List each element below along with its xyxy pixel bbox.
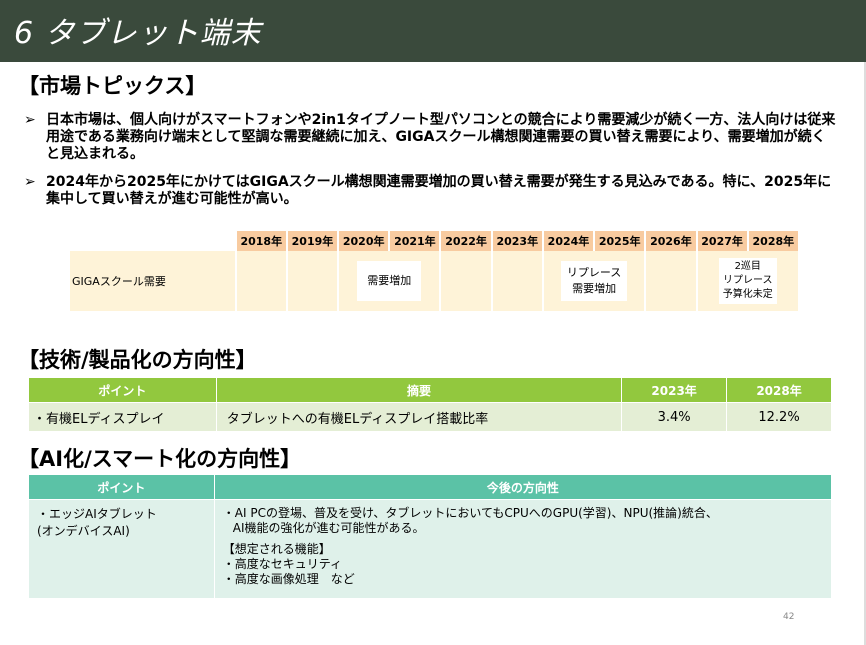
- year-header: 2024年: [542, 231, 596, 251]
- point-cell: ・有機ELディスプレイ: [28, 402, 217, 432]
- timeline-cell: [491, 251, 544, 311]
- year-header: 2023年: [491, 231, 544, 251]
- year-header: 2019年: [286, 231, 340, 251]
- feature-item: ・高度なセキュリティ: [222, 557, 343, 571]
- market-bullets: ➢ 日本市場は、個人向けがスマートフォンや2in1タイプノート型パソコンとの競合…: [24, 112, 839, 219]
- tech-header-row: ポイント 摘要 2023年 2028年: [28, 377, 832, 403]
- col-header: 2023年: [621, 377, 728, 403]
- page-number: 42: [783, 612, 795, 622]
- direction-cell: ・AI PCの登場、普及を受け、タブレットにおいてもCPUへのGPU(学習)、N…: [213, 499, 833, 599]
- timeline-year-row: 2018年 2019年 2020年 2021年 2022年 2023年 2024…: [70, 231, 801, 251]
- year-header: 2018年: [235, 231, 288, 251]
- point-text: (オンデバイスAI): [37, 524, 130, 538]
- direction-text: ・AI PCの登場、普及を受け、タブレットにおいてもCPUへのGPU(学習)、N…: [222, 506, 718, 520]
- timeline-cell: 2巡目 リプレース 予算化未定: [696, 251, 800, 311]
- year-header: 2020年: [338, 231, 391, 251]
- timeline-demand-row: GIGAスクール需要 需要増加 リプレース 需要増加 2巡目 リプレース 予算化…: [70, 251, 800, 311]
- bullet-item: ➢ 日本市場は、個人向けがスマートフォンや2in1タイプノート型パソコンとの競合…: [24, 112, 839, 163]
- table-row: ・有機ELディスプレイ タブレットへの有機ELディスプレイ搭載比率 3.4% 1…: [28, 402, 832, 432]
- bullet-item: ➢ 2024年から2025年にかけてはGIGAスクール構想関連需要増加の買い替え…: [24, 174, 839, 208]
- demand-increase-box: 需要増加: [357, 261, 422, 301]
- box-text: リプレース: [566, 266, 622, 279]
- point-text: ・エッジAIタブレット: [37, 507, 157, 521]
- page-title: 6 タブレット端末: [14, 16, 262, 51]
- feature-item: ・高度な画像処理 など: [222, 572, 355, 586]
- point-cell: ・エッジAIタブレット (オンデバイスAI): [28, 499, 215, 599]
- col-header: 2028年: [726, 377, 832, 403]
- value-2023-cell: 3.4%: [621, 402, 728, 432]
- value-2028-cell: 12.2%: [726, 402, 832, 432]
- bullet-text: 2024年から2025年にかけてはGIGAスクール構想関連需要増加の買い替え需要…: [46, 174, 832, 207]
- timeline-cell: 需要増加: [338, 251, 442, 311]
- summary-cell: タブレットへの有機ELディスプレイ搭載比率: [215, 402, 623, 432]
- market-topics-heading: 【市場トピックス】: [18, 74, 207, 98]
- box-text: 予算化未定: [722, 289, 773, 300]
- ai-table: ポイント 今後の方向性 ・エッジAIタブレット (オンデバイスAI) ・AI P…: [28, 474, 833, 599]
- year-header: 2021年: [389, 231, 442, 251]
- year-header: 2026年: [645, 231, 698, 251]
- timeline-cell: リプレース 需要増加: [542, 251, 647, 311]
- tech-table: ポイント 摘要 2023年 2028年 ・有機ELディスプレイ タブレットへの有…: [28, 377, 832, 432]
- year-header: 2027年: [696, 231, 749, 251]
- col-header: ポイント: [28, 474, 215, 500]
- ai-header-row: ポイント 今後の方向性: [28, 474, 833, 500]
- col-header: 今後の方向性: [213, 474, 833, 500]
- year-header: 2022年: [440, 231, 493, 251]
- arrow-bullet-icon: ➢: [24, 112, 36, 128]
- timeline-cell: [286, 251, 340, 311]
- feature-title: 【想定される機能】: [222, 542, 331, 556]
- tech-heading: 【技術/製品化の方向性】: [18, 348, 257, 372]
- giga-timeline-table: 2018年 2019年 2020年 2021年 2022年 2023年 2024…: [70, 231, 801, 311]
- arrow-bullet-icon: ➢: [24, 174, 36, 190]
- box-text: 2巡目: [734, 261, 761, 272]
- table-row: ・エッジAIタブレット (オンデバイスAI) ・AI PCの登場、普及を受け、タ…: [28, 499, 833, 599]
- ai-heading: 【AI化/スマート化の方向性】: [18, 447, 302, 471]
- title-bar: 6 タブレット端末: [0, 0, 866, 62]
- box-text: リプレース: [723, 275, 773, 286]
- timeline-cell: [235, 251, 288, 311]
- second-replace-box: 2巡目 リプレース 予算化未定: [718, 258, 777, 304]
- box-text: 需要増加: [367, 274, 412, 287]
- col-header: 摘要: [215, 377, 623, 403]
- bullet-text: 日本市場は、個人向けがスマートフォンや2in1タイプノート型パソコンとの競合によ…: [46, 112, 836, 162]
- col-header: ポイント: [28, 377, 217, 403]
- year-header: 2028年: [747, 231, 801, 251]
- row-label: GIGAスクール需要: [70, 251, 237, 311]
- timeline-cell: [645, 251, 698, 311]
- direction-text: AI機能の強化が進む可能性がある。: [232, 521, 425, 535]
- year-header: 2025年: [594, 231, 647, 251]
- replace-demand-box: リプレース 需要増加: [560, 261, 628, 301]
- timeline-cell: [440, 251, 493, 311]
- timeline-corner: [70, 231, 237, 251]
- box-text: 需要増加: [572, 282, 617, 295]
